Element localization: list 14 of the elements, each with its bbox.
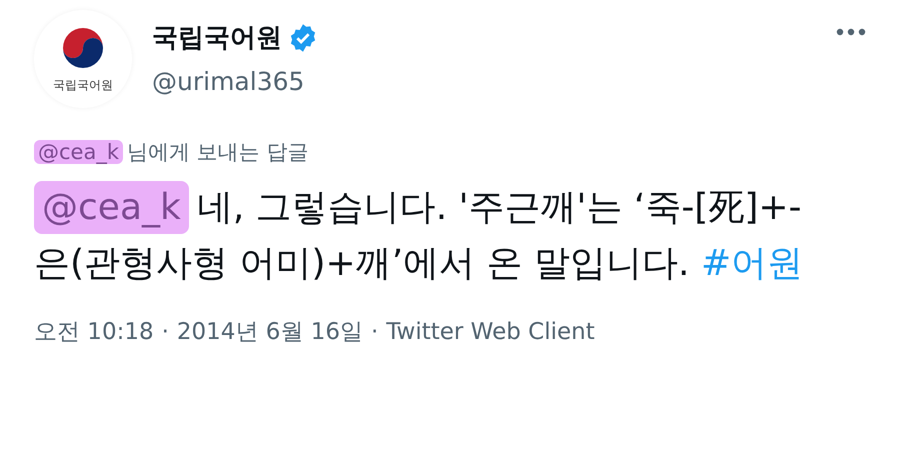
separator-dot: · — [162, 319, 169, 345]
reply-mention[interactable]: @cea_k — [34, 140, 123, 164]
logo-badge[interactable]: 국립국어원 — [34, 10, 132, 108]
meta-text: 2014년 6월 16일 — [176, 318, 363, 347]
reply-label: 님에게 보내는 답글 — [127, 139, 308, 166]
meta-text[interactable]: Twitter Web Client — [386, 319, 595, 345]
mention-link[interactable]: @cea_k — [34, 181, 189, 234]
account-name[interactable]: 국립국어원 — [152, 20, 282, 55]
separator-dot: · — [370, 319, 378, 345]
account-handle[interactable]: @urimal365 — [152, 67, 816, 96]
tweet-text: @cea_k 네, 그렇습니다. '주근깨'는 ‘죽-[死]+-은(관형사형 어미)+깨’에서 온 말입니다. #어원 — [34, 180, 804, 292]
more-options-icon[interactable] — [836, 28, 866, 36]
meta-text: 오전 10:18 — [34, 318, 154, 347]
logo-text: 국립국어원 — [53, 76, 113, 94]
